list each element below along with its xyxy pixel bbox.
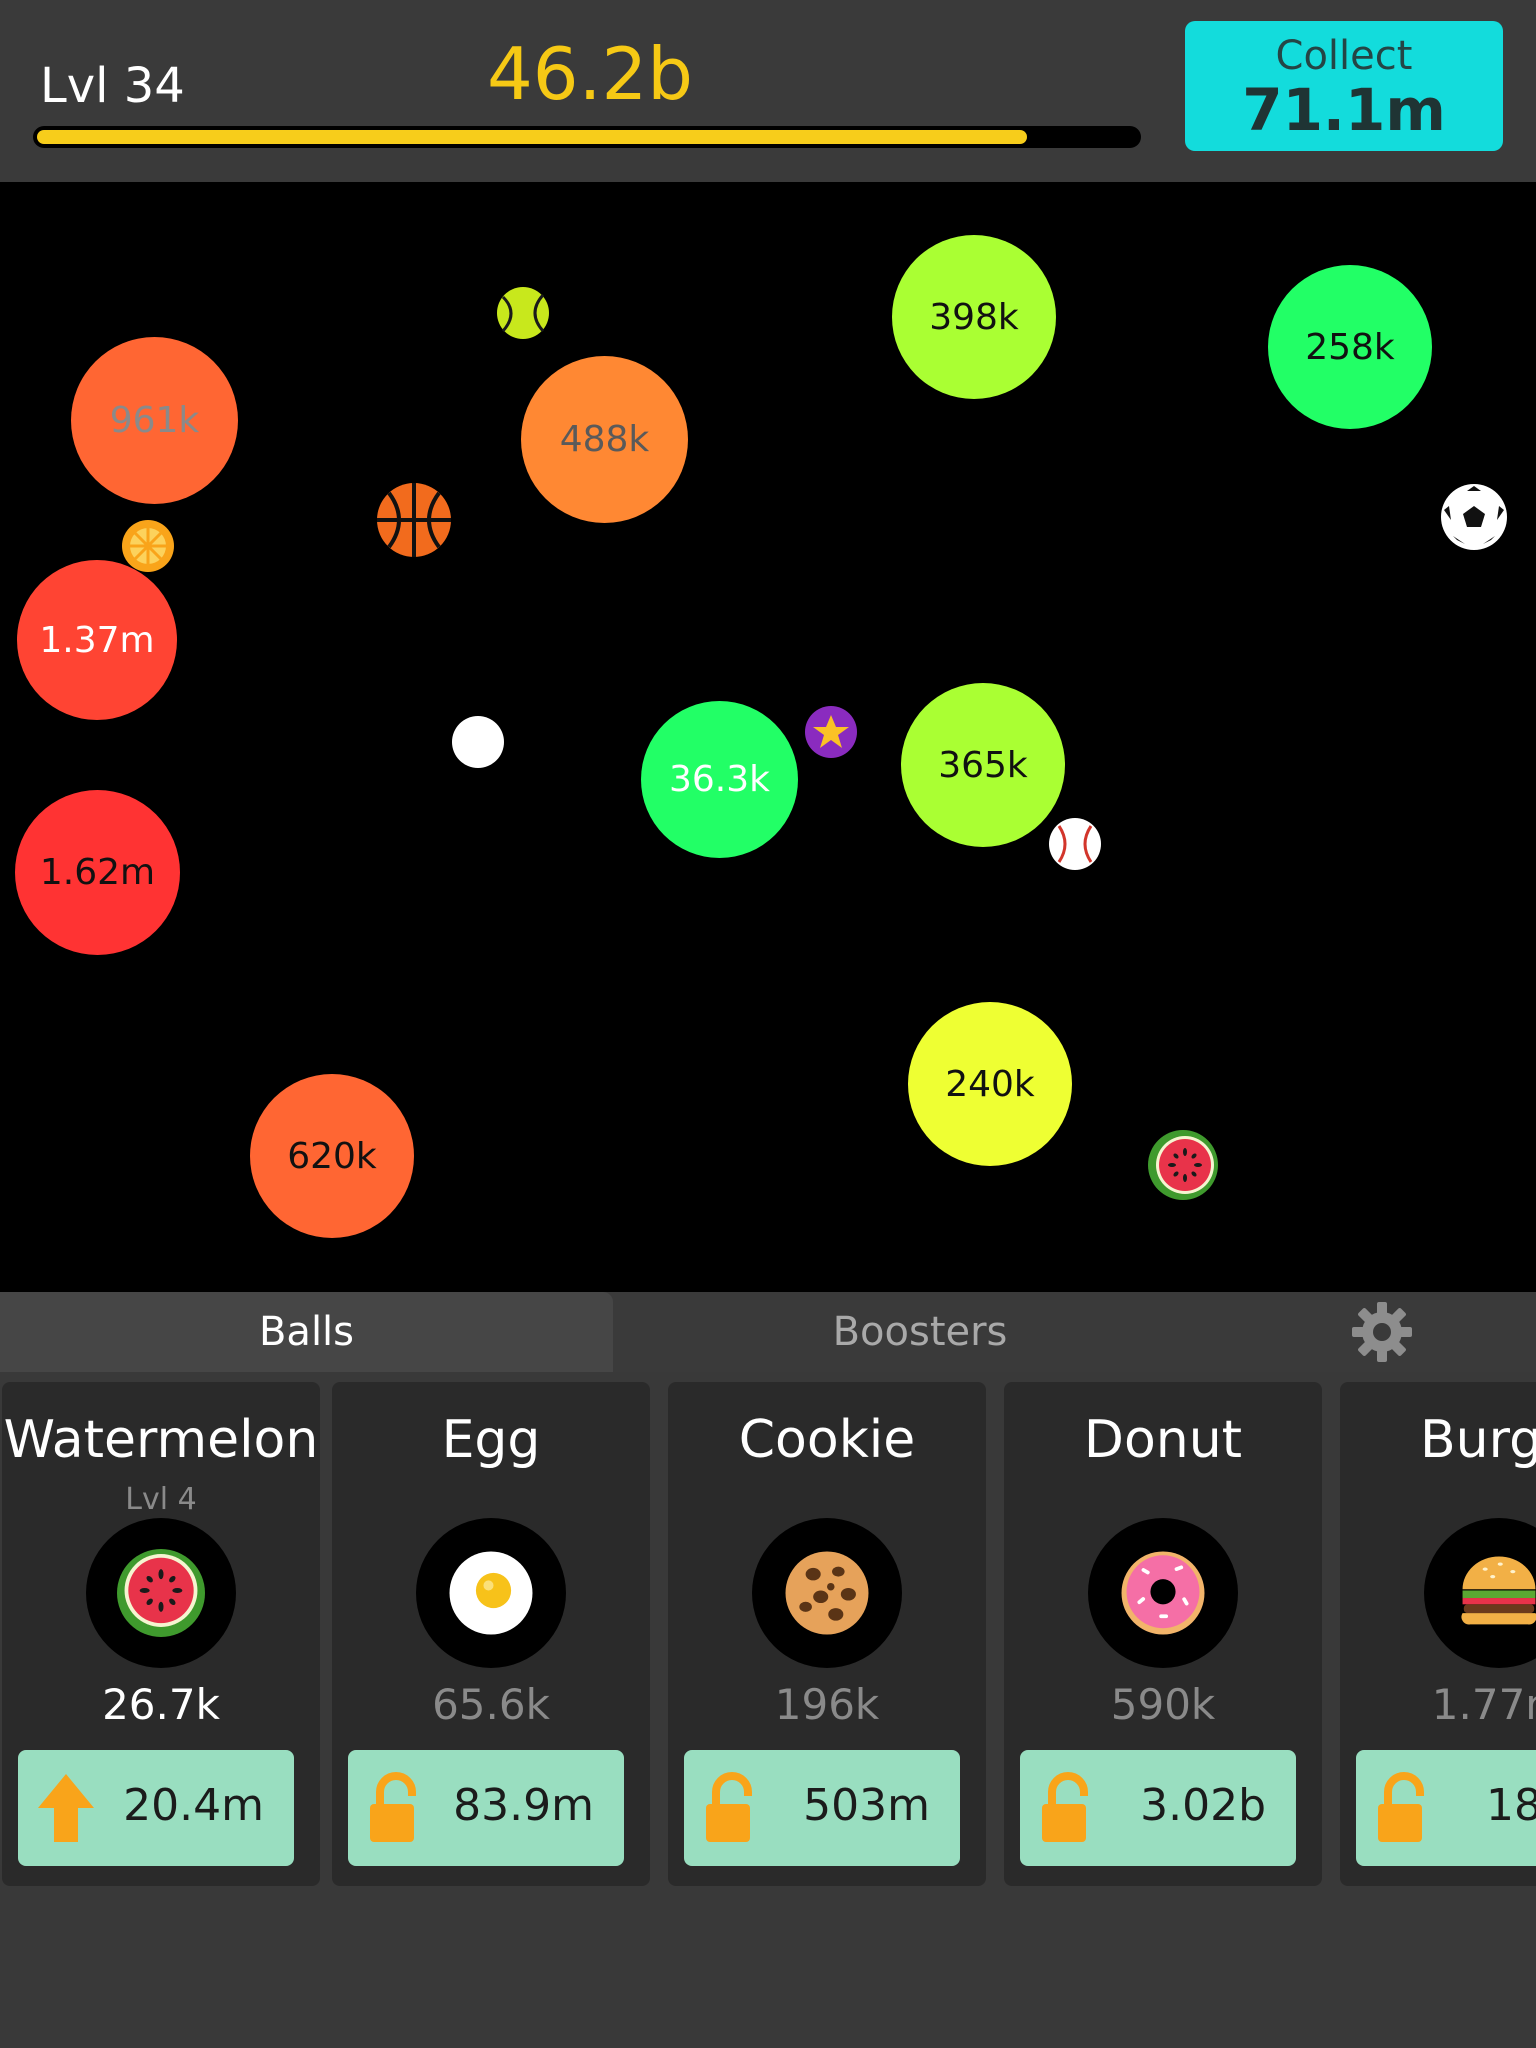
ball-shop: Watermelon Lvl 4 26.7k 20.4m Egg 65.6k 8… [0,1372,1536,2048]
donut-icon [1121,1551,1205,1635]
arrow-up-icon [38,1774,94,1842]
orange-icon [122,520,174,572]
upgrade-price: 20.4m [123,1780,264,1831]
top-bar: Lvl 34 46.2b Collect 71.1m [0,0,1536,182]
card-icon [1424,1518,1536,1668]
unlock-button[interactable]: 18 [1356,1750,1536,1866]
block-value: 488k [559,419,650,460]
upgrade-button[interactable]: 20.4m [18,1750,294,1866]
block-ball[interactable]: 398k [892,235,1056,399]
cookie-icon [785,1551,869,1635]
ball-card-burger: Burg 1.77m 18 [1340,1382,1536,1886]
tab-bar: Balls Boosters [0,1292,1536,1372]
card-name: Watermelon [3,1410,319,1470]
unlock-button[interactable]: 503m [684,1750,960,1866]
block-value: 258k [1305,326,1395,368]
level-progress-bar [33,126,1141,148]
watermelon-icon [117,1549,205,1637]
lock-icon [706,1772,752,1842]
block-ball[interactable]: 488k [521,356,688,523]
card-name: Egg [441,1410,541,1470]
collect-amount: 71.1m [1242,76,1446,144]
unlock-price: 3.02b [1140,1780,1266,1831]
card-value: 1.77m [1431,1680,1536,1729]
card-value: 65.6k [432,1680,550,1729]
block-value: 620k [287,1135,377,1177]
card-icon [752,1518,902,1668]
play-field[interactable]: 961k 488k 398k 258k 1.37m 36.3k 365k 1.6… [0,182,1536,1292]
watermelon-icon [1148,1130,1218,1200]
block-ball[interactable]: 36.3k [641,701,798,858]
block-value: 36.3k [668,759,770,800]
card-name: Donut [1083,1410,1243,1470]
card-icon [416,1518,566,1668]
block-value: 240k [945,1063,1035,1105]
unlock-button[interactable]: 83.9m [348,1750,624,1866]
card-value: 590k [1110,1680,1216,1729]
collect-label: Collect [1275,33,1413,79]
block-ball[interactable]: 620k [250,1074,414,1238]
unlock-price: 18 [1486,1780,1536,1831]
card-name: Cookie [738,1410,916,1470]
block-ball[interactable]: 365k [901,683,1065,847]
block-value: 365k [938,744,1028,786]
ball-card-donut: Donut 590k 3.02b [1004,1382,1322,1886]
ball-card-egg: Egg 65.6k 83.9m [332,1382,650,1886]
level-progress-fill [37,130,1027,144]
card-name: Burg [1420,1410,1536,1470]
tab-balls[interactable]: Balls [0,1292,613,1372]
block-ball[interactable]: 258k [1268,265,1432,429]
plain-ball-icon [452,716,504,768]
block-ball[interactable]: 961k [71,337,238,504]
block-ball[interactable]: 1.62m [15,790,180,955]
block-value: 1.37m [39,619,155,661]
collect-button[interactable]: Collect 71.1m [1185,21,1503,151]
block-value: 1.62m [39,852,156,893]
soccer-ball-icon [1441,484,1507,550]
tab-boosters[interactable]: Boosters [613,1292,1227,1372]
unlock-button[interactable]: 3.02b [1020,1750,1296,1866]
money-counter: 46.2b [486,32,693,116]
tennis-ball-icon [497,287,549,339]
lock-icon [1042,1772,1088,1842]
block-ball[interactable]: 240k [908,1002,1072,1166]
block-ball[interactable]: 1.37m [17,560,177,720]
unlock-price: 503m [803,1780,930,1831]
lock-icon [370,1772,416,1842]
block-value: 398k [929,296,1019,338]
card-icon [86,1518,236,1668]
lock-icon [1378,1772,1424,1842]
star-ball-icon [805,706,857,758]
ball-card-watermelon: Watermelon Lvl 4 26.7k 20.4m [2,1382,320,1886]
card-value: 26.7k [102,1680,220,1729]
card-value: 196k [774,1680,880,1729]
level-label: Lvl 34 [40,58,185,114]
egg-icon [449,1551,533,1635]
block-value: 961k [109,400,200,441]
unlock-price: 83.9m [453,1780,594,1831]
card-level: Lvl 4 [125,1482,197,1517]
card-icon [1088,1518,1238,1668]
burger-icon [1461,1556,1536,1625]
ball-card-cookie: Cookie 196k 503m [668,1382,986,1886]
baseball-icon [1049,818,1101,870]
gear-icon[interactable] [1350,1300,1414,1364]
basketball-icon [377,483,451,557]
